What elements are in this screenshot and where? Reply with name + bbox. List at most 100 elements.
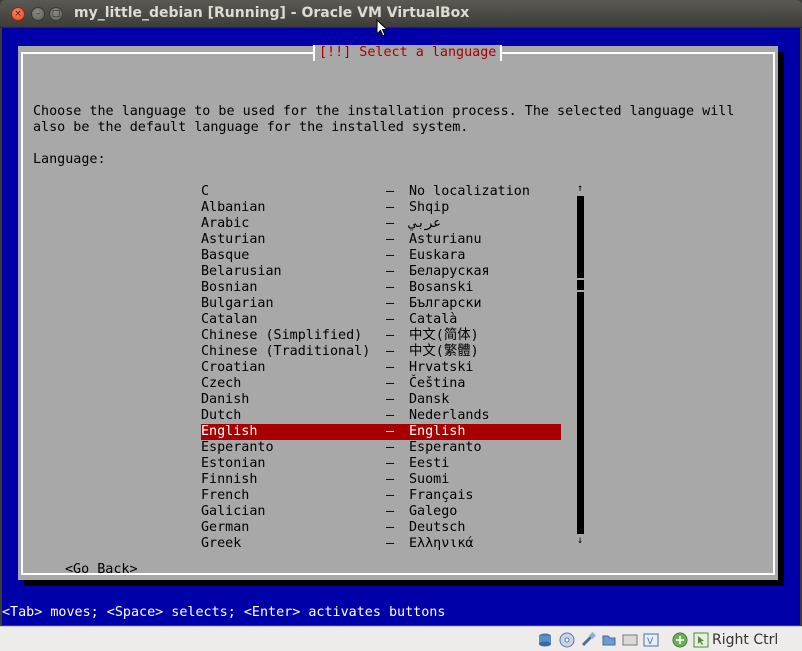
language-option[interactable]: Belarusian – Беларуская [201, 264, 561, 280]
language-option[interactable]: Esperanto – Esperanto [201, 440, 561, 456]
language-option[interactable]: Catalan – Català [201, 312, 561, 328]
language-name: German [201, 520, 250, 535]
language-native-name: Eesti [409, 456, 450, 471]
language-option[interactable]: Bulgarian – Български [201, 296, 561, 312]
installer-dialog: [!!] Select a language Choose the langua… [18, 45, 778, 580]
language-name: Czech [201, 376, 242, 391]
hard-disk-icon[interactable] [537, 632, 553, 648]
language-native-name: Shqip [409, 200, 450, 215]
window-title: my_little_debian [Running] - Oracle VM V… [74, 5, 470, 21]
language-separator: – [386, 280, 395, 295]
language-native-name: Nederlands [409, 408, 490, 423]
language-native-name: 中文(简体) [409, 328, 479, 343]
window-maximize-button[interactable]: □ [49, 7, 63, 21]
language-native-name: Català [409, 312, 458, 327]
language-name: Basque [201, 248, 250, 263]
language-separator: – [386, 376, 395, 391]
language-separator: – [386, 488, 395, 503]
language-native-name: Asturianu [409, 232, 482, 247]
language-name: Albanian [201, 200, 266, 215]
language-native-name: Беларуская [409, 264, 490, 279]
language-native-name: Euskara [409, 248, 466, 263]
language-option[interactable]: French – Français [201, 488, 561, 504]
language-option[interactable]: Albanian – Shqip [201, 200, 561, 216]
scrollbar-track[interactable] [577, 196, 584, 534]
language-separator: – [386, 424, 395, 439]
go-back-button[interactable]: <Go Back> [65, 562, 138, 578]
scroll-up-arrow-icon[interactable]: ↑ [577, 184, 585, 194]
language-name: Danish [201, 392, 250, 407]
dialog-intro-line-1: Choose the language to be used for the i… [33, 104, 735, 119]
language-name: Chinese (Traditional) [201, 344, 371, 359]
language-option[interactable]: Finnish – Suomi [201, 472, 561, 488]
mouse-integration-icon[interactable] [693, 632, 709, 648]
language-native-name: English [409, 424, 466, 439]
language-list-label: Language: [33, 152, 106, 167]
maximize-icon: □ [51, 8, 61, 19]
scroll-down-arrow-icon[interactable]: ↓ [577, 536, 585, 546]
language-option[interactable]: Dutch – Nederlands [201, 408, 561, 424]
language-native-name: Dansk [409, 392, 450, 407]
language-native-name: 中文(繁體) [409, 344, 479, 359]
language-option[interactable]: Chinese (Traditional) – 中文(繁體) [201, 344, 561, 360]
language-option[interactable]: Asturian – Asturianu [201, 232, 561, 248]
language-name: Galician [201, 504, 266, 519]
language-name: Greek [201, 536, 242, 551]
language-native-name: Esperanto [409, 440, 482, 455]
language-name: Chinese (Simplified) [201, 328, 363, 343]
vm-screen[interactable]: [!!] Select a language Choose the langua… [2, 28, 800, 625]
svg-text:V: V [647, 637, 654, 647]
language-separator: – [386, 360, 395, 375]
language-option[interactable]: Croatian – Hrvatski [201, 360, 561, 376]
language-name: Asturian [201, 232, 266, 247]
minimize-icon: – [35, 8, 41, 19]
language-separator: – [386, 408, 395, 423]
language-option[interactable]: Arabic – عربي [201, 216, 561, 232]
vbox-statusbar: V Right Ctrl [0, 626, 802, 651]
display-icon[interactable] [622, 632, 638, 648]
language-name: Arabic [201, 216, 250, 231]
language-native-name: Français [409, 488, 474, 503]
scrollbar-gap-bottom [577, 290, 584, 292]
language-option[interactable]: Basque – Euskara [201, 248, 561, 264]
language-separator: – [386, 248, 395, 263]
language-separator: – [386, 184, 395, 199]
language-name: Catalan [201, 312, 258, 327]
language-option[interactable]: English – English [201, 424, 561, 440]
optical-drive-icon[interactable] [559, 632, 575, 648]
language-native-name: عربي [409, 216, 442, 231]
usb-icon[interactable] [580, 632, 596, 648]
language-option[interactable]: Czech – Čeština [201, 376, 561, 392]
window-titlebar: × – □ my_little_debian [Running] - Oracl… [0, 0, 802, 28]
network-icon[interactable] [672, 632, 688, 648]
language-option[interactable]: Chinese (Simplified) – 中文(简体) [201, 328, 561, 344]
language-separator: – [386, 264, 395, 279]
language-native-name: Suomi [409, 472, 450, 487]
language-separator: – [386, 536, 395, 551]
language-option[interactable]: Bosnian – Bosanski [201, 280, 561, 296]
language-native-name: Български [409, 296, 482, 311]
language-native-name: Ελληνικά [409, 536, 474, 551]
language-list[interactable]: C – No localization Albanian – Shqip Arabic – عر… [201, 184, 561, 552]
close-icon: × [14, 8, 22, 19]
language-option[interactable]: C – No localization [201, 184, 561, 200]
scrollbar-gap-top [577, 278, 584, 280]
language-option[interactable]: Danish – Dansk [201, 392, 561, 408]
language-name: English [201, 424, 258, 439]
dialog-intro-line-2: also be the default language for the ins… [33, 120, 469, 135]
keyboard-hint-bar: <Tab> moves; <Space> selects; <Enter> ac… [2, 605, 446, 620]
language-option[interactable]: Galician – Galego [201, 504, 561, 520]
window-minimize-button[interactable]: – [31, 7, 45, 21]
mouse-pointer-icon [376, 19, 388, 37]
language-separator: – [386, 328, 395, 343]
shared-folders-icon[interactable] [601, 632, 617, 648]
language-option[interactable]: German – Deutsch [201, 520, 561, 536]
window-close-button[interactable]: × [11, 7, 25, 21]
video-capture-icon[interactable]: V [643, 632, 659, 648]
language-native-name: Čeština [409, 376, 466, 391]
language-separator: – [386, 472, 395, 487]
language-name: Croatian [201, 360, 266, 375]
language-option[interactable]: Greek – Ελληνικά [201, 536, 561, 552]
language-option[interactable]: Estonian – Eesti [201, 456, 561, 472]
language-name: Belarusian [201, 264, 282, 279]
